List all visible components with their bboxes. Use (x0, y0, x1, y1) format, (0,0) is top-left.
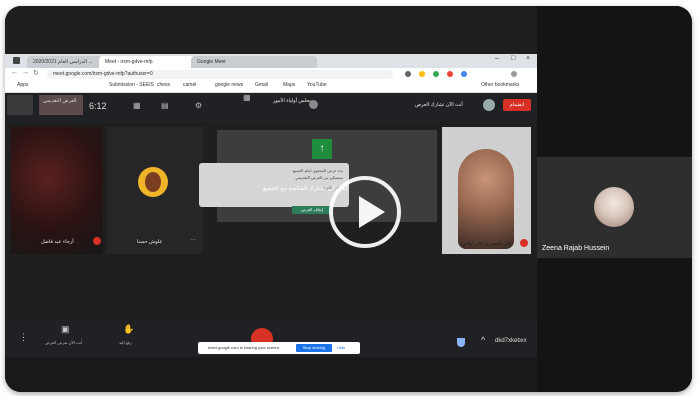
join-button[interactable]: انضمام (503, 99, 531, 111)
avatar (594, 187, 634, 227)
extension-icon[interactable] (447, 71, 453, 77)
bookmark[interactable]: chess (157, 82, 170, 88)
more-options-icon[interactable]: ⋮ (19, 332, 28, 343)
other-bookmarks[interactable]: Other bookmarks (481, 82, 519, 88)
browser-tab-bar: 2020/2021 الدراسي العام ... Meet - irxm-… (5, 54, 537, 68)
share-notice-text: meet.google.com is sharing your screen. (208, 345, 281, 350)
participant-tile-side[interactable]: Zeena Rajab Hussein (537, 157, 692, 258)
tab-label: Meet - irxm-gdve-mfp (105, 59, 153, 65)
browser-tab[interactable]: Google Meet (191, 56, 317, 68)
dialog-line: ستتمكن من العرض التقديمي (295, 175, 343, 180)
captions-icon[interactable]: ▣ (61, 324, 70, 335)
more-options-icon[interactable]: ⋯ (191, 237, 196, 243)
tab-label: 2020/2021 الدراسي العام ... (33, 59, 93, 65)
meet-bottom-bar: ⋮ ▣ أنت الآن تعرض العرض ✋ رفع اليد meet.… (5, 320, 537, 357)
bookmark[interactable]: google news (215, 82, 243, 88)
bookmark[interactable]: camel (183, 82, 196, 88)
extension-icon[interactable] (433, 71, 439, 77)
participant-name: علوش حسنا (137, 239, 163, 245)
extension-icon[interactable] (461, 71, 467, 77)
present-upload-icon: ↑ (312, 139, 332, 159)
sharing-status: أنت الآن تشارك العرض (415, 102, 463, 108)
tab-grid-icon (13, 57, 20, 64)
meet-top-bar: العرض التقديمي 6:12 ▦ ▤ ⚙ ▦ مجلس أولياء … (5, 93, 537, 123)
browser-tab-active[interactable]: Meet - irxm-gdve-mfp (99, 56, 195, 68)
participant-tile[interactable]: أرجاء عبد فاضل (11, 127, 103, 254)
bookmark-apps[interactable]: Apps (17, 82, 28, 88)
url-field[interactable]: meet.google.com/irxm-gdve-mfp?authuser=0 (47, 70, 393, 79)
layout-icon[interactable]: ▤ (161, 101, 169, 110)
muted-mic-icon (520, 239, 528, 247)
participant-tile[interactable]: علوش حسنا ⋯ (107, 127, 203, 254)
grid-icon[interactable]: ▦ (243, 93, 251, 102)
participant-tile-presenter[interactable]: علي المصري علي نبلاني (442, 127, 531, 254)
shield-icon (457, 338, 465, 347)
presentation-thumbnail: العرض التقديمي (39, 95, 83, 115)
video-frame: 2020/2021 الدراسي العام ... Meet - irxm-… (5, 6, 692, 392)
raise-hand-label: رفع اليد (119, 340, 132, 345)
chevron-up-icon[interactable]: ^ (481, 335, 485, 345)
tab-label: Google Meet (197, 59, 226, 65)
side-panel: Zeena Rajab Hussein (537, 6, 692, 392)
bookmark[interactable]: Submission - SEEIS (109, 82, 154, 88)
bookmark[interactable]: Gmail (255, 82, 268, 88)
browser-tab[interactable]: 2020/2021 الدراسي العام ... (27, 56, 103, 68)
forward-icon[interactable]: → (22, 69, 29, 76)
minimize-icon[interactable]: – (495, 55, 499, 62)
settings-icon[interactable]: ⚙ (195, 101, 202, 110)
bookmark[interactable]: Maps (283, 82, 295, 88)
star-icon[interactable] (419, 71, 425, 77)
empty-region (5, 357, 537, 392)
play-icon (359, 196, 385, 228)
avatar (138, 167, 168, 197)
bookmark[interactable]: YouTube (307, 82, 327, 88)
avatar (483, 99, 495, 111)
participant-name: Zeena Rajab Hussein (542, 245, 610, 252)
maximize-icon[interactable]: □ (511, 55, 515, 62)
screen-share-notice: meet.google.com is sharing your screen. … (198, 342, 360, 354)
captions-label: أنت الآن تعرض العرض (45, 340, 83, 345)
meeting-title: مجلس أولياء الأمور (273, 98, 313, 104)
clock: 6:12 (89, 101, 107, 111)
meeting-code: dkd7xkebxx (495, 338, 527, 344)
profile-icon[interactable] (511, 71, 517, 77)
presenter-label: العرض التقديمي (43, 98, 77, 104)
play-button[interactable] (329, 176, 401, 248)
close-icon[interactable]: × (526, 55, 530, 62)
dialog-line: بدء عرض المحتوى أمام الجميع (292, 168, 343, 173)
back-icon[interactable]: ← (11, 69, 18, 76)
bookmarks-bar: Apps Submission - SEEIS chess camel goog… (5, 81, 537, 93)
screen-recording: 2020/2021 الدراسي العام ... Meet - irxm-… (5, 6, 537, 392)
participant-video (458, 149, 514, 249)
stop-presenting-button[interactable]: إيقاف العرض (292, 206, 332, 214)
address-bar: ← → ↻ meet.google.com/irxm-gdve-mfp?auth… (5, 68, 537, 81)
reload-icon[interactable]: ↻ (33, 69, 39, 77)
muted-mic-icon (93, 237, 101, 245)
raise-hand-icon[interactable]: ✋ (123, 324, 134, 335)
extension-icon[interactable] (405, 71, 411, 77)
participant-name: علي المصري علي نبلاني (462, 241, 513, 247)
grid-icon[interactable]: ▦ (133, 101, 141, 110)
stop-sharing-button[interactable]: Stop sharing (296, 344, 332, 352)
hide-button[interactable]: Hide (337, 345, 345, 350)
participant-name: أرجاء عبد فاضل (41, 239, 74, 245)
school-logo-icon (309, 100, 318, 109)
self-camera-thumbnail (7, 95, 33, 115)
